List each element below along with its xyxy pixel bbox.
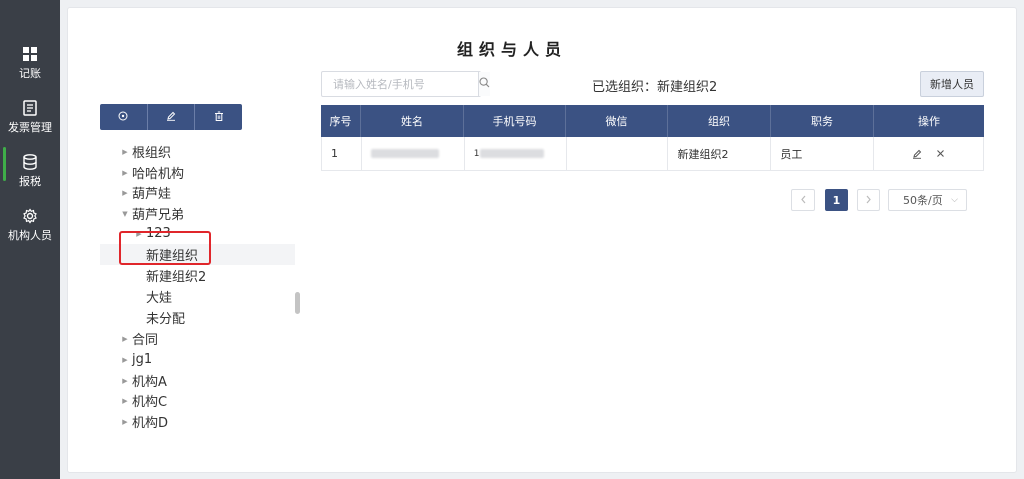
chevron-down-icon: ⌵ bbox=[951, 195, 958, 205]
tree-node[interactable]: ▶ 机构C bbox=[100, 390, 295, 411]
caret-down-icon[interactable]: ▼ bbox=[118, 210, 132, 218]
sidebar-item-label: 报税 bbox=[19, 174, 41, 188]
sidebar-item-label: 发票管理 bbox=[8, 120, 52, 134]
caret-right-icon[interactable]: ▶ bbox=[118, 397, 132, 405]
column-header: 职务 bbox=[771, 105, 874, 137]
annotation-highlight-box bbox=[119, 231, 211, 265]
column-header: 组织 bbox=[668, 105, 771, 137]
cell-actions bbox=[874, 137, 984, 170]
column-header: 姓名 bbox=[361, 105, 464, 137]
database-icon bbox=[22, 153, 38, 170]
search-button[interactable] bbox=[478, 72, 490, 96]
page-size-value: 50条/页 bbox=[903, 194, 943, 207]
tree-node-label: 未分配 bbox=[146, 312, 186, 327]
column-header: 手机号码 bbox=[464, 105, 566, 137]
staff-table: 序号 姓名 手机号码 微信 组织 职务 操作 1 1 新建组织2 员工 bbox=[321, 105, 984, 171]
tree-node[interactable]: ▶ 哈哈机构 bbox=[100, 162, 295, 183]
close-icon bbox=[937, 150, 944, 157]
tree-node-label: 合同 bbox=[132, 333, 159, 348]
tree-node-label: jg1 bbox=[132, 352, 153, 367]
tree-node[interactable]: 未分配 bbox=[100, 307, 295, 328]
tree-node-label: 机构A bbox=[132, 375, 167, 390]
tree-node[interactable]: ▶ 合同 bbox=[100, 328, 295, 349]
tree-node[interactable]: ▼ 葫芦兄弟 bbox=[100, 203, 295, 224]
tree-node-label: 机构D bbox=[132, 416, 169, 431]
redacted-phone bbox=[479, 149, 544, 158]
column-header: 微信 bbox=[566, 105, 668, 137]
next-page-button[interactable] bbox=[857, 189, 880, 211]
prev-page-button[interactable] bbox=[791, 189, 815, 211]
tree-toolbar bbox=[100, 104, 242, 130]
cell-position: 员工 bbox=[771, 137, 875, 170]
tree-node[interactable]: 新建组织2 bbox=[100, 265, 295, 286]
cell-index: 1 bbox=[322, 137, 362, 170]
tree-node[interactable]: ▶ 机构A bbox=[100, 370, 295, 391]
tree-node-label: 葫芦娃 bbox=[132, 187, 172, 202]
tree-node[interactable]: ▶ 葫芦娃 bbox=[100, 182, 295, 203]
edit-icon bbox=[913, 149, 922, 159]
caret-right-icon[interactable]: ▶ bbox=[118, 335, 132, 343]
caret-right-icon[interactable]: ▶ bbox=[118, 189, 132, 197]
sidebar: 记账 发票管理 报税 机构人员 bbox=[0, 0, 60, 479]
add-node-button[interactable] bbox=[100, 104, 148, 130]
tree-node-label: 新建组织2 bbox=[146, 270, 207, 285]
cell-name bbox=[362, 137, 465, 170]
search-icon bbox=[479, 77, 490, 91]
edit-icon bbox=[166, 110, 176, 124]
table-row: 1 1 新建组织2 员工 bbox=[321, 137, 984, 171]
tree-node[interactable]: ▶ 机构D bbox=[100, 411, 295, 432]
document-icon bbox=[22, 99, 38, 116]
caret-right-icon[interactable]: ▶ bbox=[118, 418, 132, 426]
page-size-select[interactable]: 50条/页 ⌵ bbox=[888, 189, 967, 211]
tree-node[interactable]: ▶ jg1 bbox=[100, 349, 295, 370]
tree-node-label: 大娃 bbox=[146, 291, 173, 306]
sidebar-item-invoice[interactable]: 发票管理 bbox=[0, 90, 60, 144]
caret-right-icon[interactable]: ▶ bbox=[118, 356, 132, 364]
sidebar-item-org-staff[interactable]: 机构人员 bbox=[0, 198, 60, 252]
search-input[interactable] bbox=[322, 72, 478, 96]
phone-text: 1 bbox=[473, 148, 480, 159]
caret-right-icon[interactable]: ▶ bbox=[118, 148, 132, 156]
delete-node-button[interactable] bbox=[195, 104, 242, 130]
gear-icon bbox=[22, 207, 38, 224]
tree-node[interactable]: ▶ 根组织 bbox=[100, 141, 295, 162]
selected-org-label: 已选组织：新建组织2 bbox=[592, 80, 718, 95]
sidebar-item-label: 机构人员 bbox=[8, 228, 52, 242]
tree-scrollbar[interactable] bbox=[295, 292, 300, 314]
page-title: 组织与人员 bbox=[456, 40, 567, 59]
add-circle-icon bbox=[118, 110, 128, 124]
cell-phone: 1 bbox=[465, 137, 567, 170]
edit-row-button[interactable] bbox=[912, 149, 922, 159]
add-staff-button[interactable]: 新增人员 bbox=[920, 71, 984, 97]
tree-node-label: 葫芦兄弟 bbox=[132, 208, 185, 223]
chevron-left-icon bbox=[800, 194, 807, 207]
search-box bbox=[321, 71, 490, 97]
table-header: 序号 姓名 手机号码 微信 组织 职务 操作 bbox=[321, 105, 984, 137]
delete-row-button[interactable] bbox=[936, 149, 945, 158]
sidebar-item-label: 记账 bbox=[19, 66, 41, 80]
chevron-right-icon bbox=[865, 194, 872, 207]
sidebar-item-tax[interactable]: 报税 bbox=[0, 144, 60, 198]
tree-node-label: 机构C bbox=[132, 395, 168, 410]
edit-node-button[interactable] bbox=[148, 104, 196, 130]
cell-wechat bbox=[567, 137, 669, 170]
caret-right-icon[interactable]: ▶ bbox=[118, 169, 132, 177]
column-header: 操作 bbox=[918, 115, 940, 128]
tree-node-label: 根组织 bbox=[132, 146, 172, 161]
caret-right-icon[interactable]: ▶ bbox=[118, 377, 132, 385]
tree-node-label: 哈哈机构 bbox=[132, 167, 185, 182]
column-header: 序号 bbox=[321, 105, 361, 137]
org-tree: ▶ 根组织 ▶ 哈哈机构 ▶ 葫芦娃 ▼ 葫芦兄弟 ▶ 123 新建组织 新建组织2 大娃… bbox=[100, 140, 295, 440]
cell-org: 新建组织2 bbox=[668, 137, 772, 170]
trash-icon bbox=[214, 110, 224, 124]
redacted-name bbox=[370, 149, 439, 158]
tree-node[interactable]: 大娃 bbox=[100, 286, 295, 307]
page-number-button[interactable]: 1 bbox=[825, 189, 848, 211]
